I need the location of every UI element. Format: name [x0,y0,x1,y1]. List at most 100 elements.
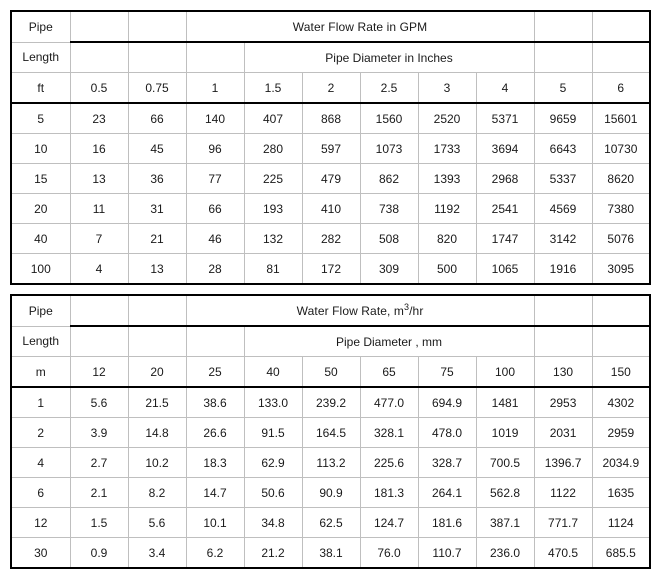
row-header-length: 4 [11,447,71,478]
row-header-length: 15 [11,163,71,194]
table-title: Water Flow Rate, m3/hr [186,295,535,327]
table-cell: 1124 [592,507,651,538]
table-cell: 172 [302,253,361,284]
row-header-length: 100 [11,253,71,284]
table-cell: 5.6 [70,387,129,418]
table-cell: 62.5 [302,507,361,538]
title-row-blank-3 [534,11,593,43]
table-cell: 132 [244,223,303,254]
column-header-diameter: 1 [186,72,245,104]
table-cell: 28 [186,253,245,284]
table-cell: 193 [244,193,303,224]
table-cell: 280 [244,133,303,164]
table-cell: 14.7 [186,477,245,508]
row-header-length: 5 [11,103,71,134]
table-cell: 500 [418,253,477,284]
table-cell: 0.9 [70,537,129,568]
table-cell: 38.6 [186,387,245,418]
table-cell: 2.1 [70,477,129,508]
table-cell: 6643 [534,133,593,164]
column-header-diameter: 20 [128,356,187,388]
subtitle-row-blank-3 [186,326,245,357]
table-cell: 21.2 [244,537,303,568]
column-header-diameter: 5 [534,72,593,104]
title-row-blank-1 [70,11,129,43]
row-header-length: 12 [11,507,71,538]
table-row: 10 16 45 96 280 597 1073 1733 3694 6643 … [11,133,651,164]
table-cell: 236.0 [476,537,535,568]
table-cell: 15601 [592,103,651,134]
table-row: 1 5.6 21.5 38.6 133.0 239.2 477.0 694.9 … [11,387,651,418]
table-cell: 10.1 [186,507,245,538]
table-cell: 45 [128,133,187,164]
table-cell: 18.3 [186,447,245,478]
column-header-diameter: 150 [592,356,651,388]
table-cell: 1.5 [70,507,129,538]
table-cell: 328.1 [360,417,419,448]
column-header-diameter: 25 [186,356,245,388]
table-cell: 34.8 [244,507,303,538]
table-cell: 8620 [592,163,651,194]
table-cell: 110.7 [418,537,477,568]
table-cell: 1396.7 [534,447,593,478]
title-row-blank-3 [534,295,593,327]
table-cell: 1065 [476,253,535,284]
column-header-diameter: 50 [302,356,361,388]
table-cell: 3.9 [70,417,129,448]
title-row-blank-2 [128,295,187,327]
subtitle-row-blank-3 [186,42,245,73]
table-cell: 14.8 [128,417,187,448]
table-row: 6 2.1 8.2 14.7 50.6 90.9 181.3 264.1 562… [11,477,651,508]
row-header-length: 20 [11,193,71,224]
table-cell: 23 [70,103,129,134]
row-header-length: 6 [11,477,71,508]
table-cell: 66 [128,103,187,134]
table-cell: 3694 [476,133,535,164]
table-cell: 1073 [360,133,419,164]
column-header-diameter: 100 [476,356,535,388]
table-cell: 868 [302,103,361,134]
row-header-length: 10 [11,133,71,164]
table-row: 30 0.9 3.4 6.2 21.2 38.1 76.0 110.7 236.… [11,537,650,568]
table-cell: 21.5 [128,387,187,418]
table-cell: 328.7 [418,447,477,478]
table-title: Water Flow Rate in GPM [186,11,535,43]
table-cell: 5.6 [128,507,187,538]
pipe-label-header: Pipe [11,295,71,327]
table-cell: 5337 [534,163,593,194]
table-subtitle: Pipe Diameter in Inches [244,42,535,73]
table-cell: 38.1 [302,537,361,568]
table-cell: 36 [128,163,187,194]
table-cell: 4569 [534,193,593,224]
table-cell: 13 [70,163,129,194]
title-row-blank-4 [592,11,651,43]
table-cell: 181.3 [360,477,419,508]
length-unit-header: ft [11,72,71,104]
table-cell: 282 [302,223,361,254]
table-cell: 1192 [418,193,477,224]
column-header-diameter: 40 [244,356,303,388]
title-row-blank-4 [592,295,651,327]
table-cell: 2520 [418,103,477,134]
table-cell: 2031 [534,417,593,448]
table-cell: 820 [418,223,477,254]
table-cell: 7 [70,223,129,254]
pipe-label-header: Pipe [11,11,71,43]
table-cell: 1635 [592,477,651,508]
table-cell: 771.7 [534,507,593,538]
table-cell: 407 [244,103,303,134]
table-cell: 181.6 [418,507,477,538]
table-cell: 91.5 [244,417,303,448]
table-row: 20 11 31 66 193 410 738 1192 2541 4569 7… [11,193,651,224]
subtitle-row-blank-1 [70,326,129,357]
table-cell: 1481 [476,387,535,418]
table-cell: 124.7 [360,507,419,538]
table-cell: 13 [128,253,187,284]
title-row-blank-2 [128,11,187,43]
table-title-suffix: /hr [409,303,424,318]
table-title-row: Pipe Water Flow Rate, m3/hr [11,295,651,327]
column-header-diameter: 0.75 [128,72,187,104]
table-cell: 77 [186,163,245,194]
table-cell: 225.6 [360,447,419,478]
table-cell: 700.5 [476,447,535,478]
